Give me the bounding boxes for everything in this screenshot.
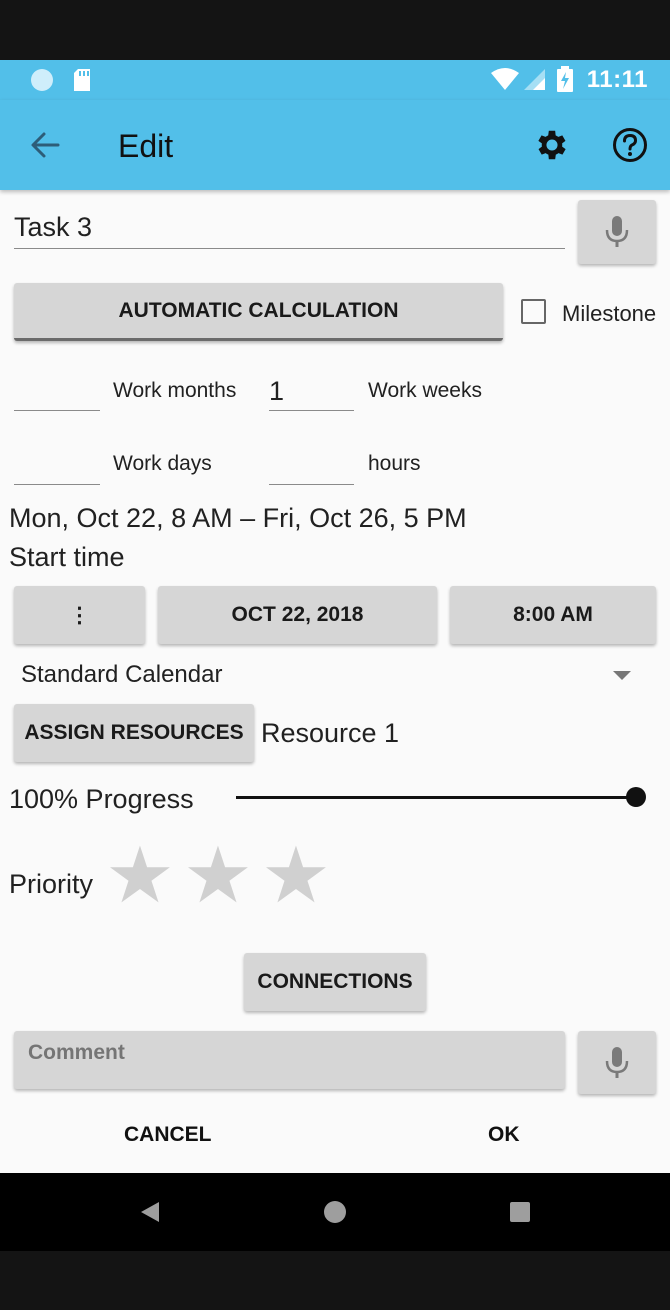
dropdown-arrow-icon: [613, 671, 631, 680]
gear-icon[interactable]: [533, 126, 571, 164]
help-icon[interactable]: [612, 127, 648, 163]
priority-star-1[interactable]: ★: [105, 836, 175, 914]
start-date-button[interactable]: OCT 22, 2018: [158, 586, 437, 644]
connections-button[interactable]: CONNECTIONS: [244, 953, 426, 1011]
battery-charging-icon: [557, 66, 573, 92]
assigned-resource: Resource 1: [261, 718, 400, 748]
start-time-label: Start time: [9, 542, 125, 572]
task-name-input[interactable]: [14, 206, 565, 249]
start-more-button[interactable]: ⋮: [14, 586, 145, 644]
bottom-black-area: [0, 1251, 670, 1310]
progress-label: 100% Progress: [9, 784, 194, 814]
calendar-select[interactable]: Standard Calendar: [14, 655, 656, 697]
status-time: 11:11: [586, 66, 648, 93]
hours-label: hours: [368, 452, 421, 475]
priority-star-2[interactable]: ★: [183, 836, 253, 914]
progress-slider[interactable]: [236, 782, 646, 812]
microphone-icon: [605, 216, 629, 247]
cancel-button[interactable]: CANCEL: [124, 1123, 212, 1147]
comment-voice-button[interactable]: [578, 1031, 656, 1094]
work-months-label: Work months: [113, 379, 237, 402]
work-weeks-label: Work weeks: [368, 379, 482, 402]
nav-recents-icon[interactable]: [509, 1201, 531, 1223]
back-arrow-icon[interactable]: [28, 130, 62, 160]
wifi-icon: [491, 68, 519, 90]
ok-button[interactable]: OK: [488, 1123, 520, 1147]
progress-slider-thumb[interactable]: [626, 787, 646, 807]
notification-circle-icon: [31, 69, 53, 91]
start-time-button[interactable]: 8:00 AM: [450, 586, 656, 644]
signal-icon: [524, 69, 545, 90]
milestone-checkbox[interactable]: [521, 299, 546, 324]
comment-input[interactable]: [14, 1031, 565, 1089]
nav-back-icon[interactable]: [138, 1200, 162, 1224]
work-days-label: Work days: [113, 452, 212, 475]
assign-resources-button[interactable]: ASSIGN RESOURCES: [14, 704, 254, 762]
priority-label: Priority: [9, 869, 94, 899]
sd-card-icon: [74, 69, 90, 91]
milestone-label: Milestone: [562, 301, 657, 326]
automatic-calculation-button[interactable]: AUTOMATIC CALCULATION: [14, 283, 503, 341]
microphone-icon: [605, 1046, 629, 1078]
hours-input[interactable]: [269, 446, 354, 485]
work-days-input[interactable]: [14, 446, 100, 485]
nav-home-icon[interactable]: [323, 1200, 347, 1224]
progress-slider-track: [236, 796, 636, 799]
work-months-input[interactable]: [14, 372, 100, 411]
top-black-area: [0, 0, 670, 60]
priority-star-3[interactable]: ★: [261, 836, 331, 914]
calendar-selected-value: Standard Calendar: [21, 661, 223, 688]
task-voice-button[interactable]: [578, 200, 656, 264]
work-weeks-input[interactable]: [269, 372, 354, 411]
page-title: Edit: [118, 128, 174, 164]
schedule-range: Mon, Oct 22, 8 AM – Fri, Oct 26, 5 PM: [9, 503, 467, 533]
